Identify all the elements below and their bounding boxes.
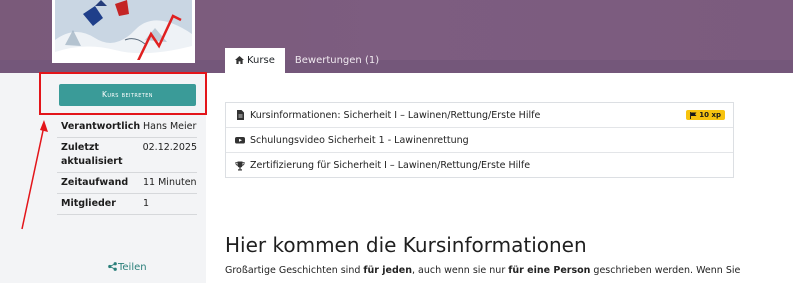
course-image bbox=[52, 0, 195, 63]
info-row-responsible: Verantwortlich Hans Meier bbox=[57, 117, 197, 138]
list-item[interactable]: Zertifizierung für Sicherheit I – Lawine… bbox=[226, 153, 733, 178]
course-info-table: Verantwortlich Hans Meier Zuletzt aktual… bbox=[57, 117, 197, 215]
tab-courses-label: Kurse bbox=[247, 55, 275, 66]
info-value: 11 Minuten bbox=[143, 177, 197, 188]
info-key: Verantwortlich bbox=[61, 121, 141, 132]
intro-bold: für jeden bbox=[363, 265, 413, 276]
intro-text: Großartige Geschichten sind bbox=[225, 265, 364, 276]
tab-reviews[interactable]: Bewertungen (1) bbox=[285, 48, 389, 73]
info-value: 02.12.2025 bbox=[142, 142, 197, 153]
info-row-updated: Zuletzt aktualisiert 02.12.2025 bbox=[57, 138, 197, 173]
info-row-members: Mitglieder 1 bbox=[57, 194, 197, 215]
info-value: 1 bbox=[143, 198, 150, 209]
course-tabs: Kurse Bewertungen (1) bbox=[225, 48, 389, 73]
share-label: Teilen bbox=[118, 262, 147, 273]
intro-text: , auch wenn sie nur bbox=[412, 265, 509, 276]
tab-reviews-label: Bewertungen (1) bbox=[294, 55, 380, 66]
info-key: Zuletzt aktualisiert bbox=[61, 142, 123, 167]
info-row-duration: Zeitaufwand 11 Minuten bbox=[57, 173, 197, 194]
intro-text: geschrieben werden. Wenn Sie bbox=[590, 265, 741, 276]
info-key: Mitglieder bbox=[61, 198, 116, 209]
xp-badge: 10 xp bbox=[686, 110, 725, 120]
list-item-label: Schulungsvideo Sicherheit 1 - Lawinenret… bbox=[250, 134, 469, 146]
intro-bold: für eine Person bbox=[508, 265, 591, 276]
list-item[interactable]: Kursinformationen: Sicherheit I – Lawine… bbox=[226, 103, 733, 128]
list-item[interactable]: Schulungsvideo Sicherheit 1 - Lawinenret… bbox=[226, 128, 733, 153]
list-item-label: Zertifizierung für Sicherheit I – Lawine… bbox=[250, 160, 531, 171]
youtube-icon bbox=[235, 137, 245, 144]
share-icon bbox=[108, 262, 117, 271]
section-heading: Hier kommen die Kursinformationen bbox=[225, 233, 587, 257]
course-content-list: Kursinformationen: Sicherheit I – Lawine… bbox=[225, 102, 734, 178]
share-link[interactable]: Teilen bbox=[108, 262, 147, 273]
xp-badge-label: 10 xp bbox=[699, 111, 721, 119]
list-item-label: Kursinformationen: Sicherheit I – Lawine… bbox=[250, 109, 541, 121]
flag-icon bbox=[690, 111, 697, 119]
tab-courses[interactable]: Kurse bbox=[225, 48, 285, 73]
home-icon bbox=[235, 56, 244, 64]
file-icon bbox=[237, 110, 244, 120]
trophy-icon bbox=[235, 161, 245, 170]
info-key: Zeitaufwand bbox=[61, 177, 129, 188]
info-value: Hans Meier bbox=[143, 121, 197, 132]
intro-paragraph: Großartige Geschichten sind für jeden, a… bbox=[225, 264, 793, 278]
join-course-button[interactable]: Kurs beitreten bbox=[59, 84, 196, 106]
